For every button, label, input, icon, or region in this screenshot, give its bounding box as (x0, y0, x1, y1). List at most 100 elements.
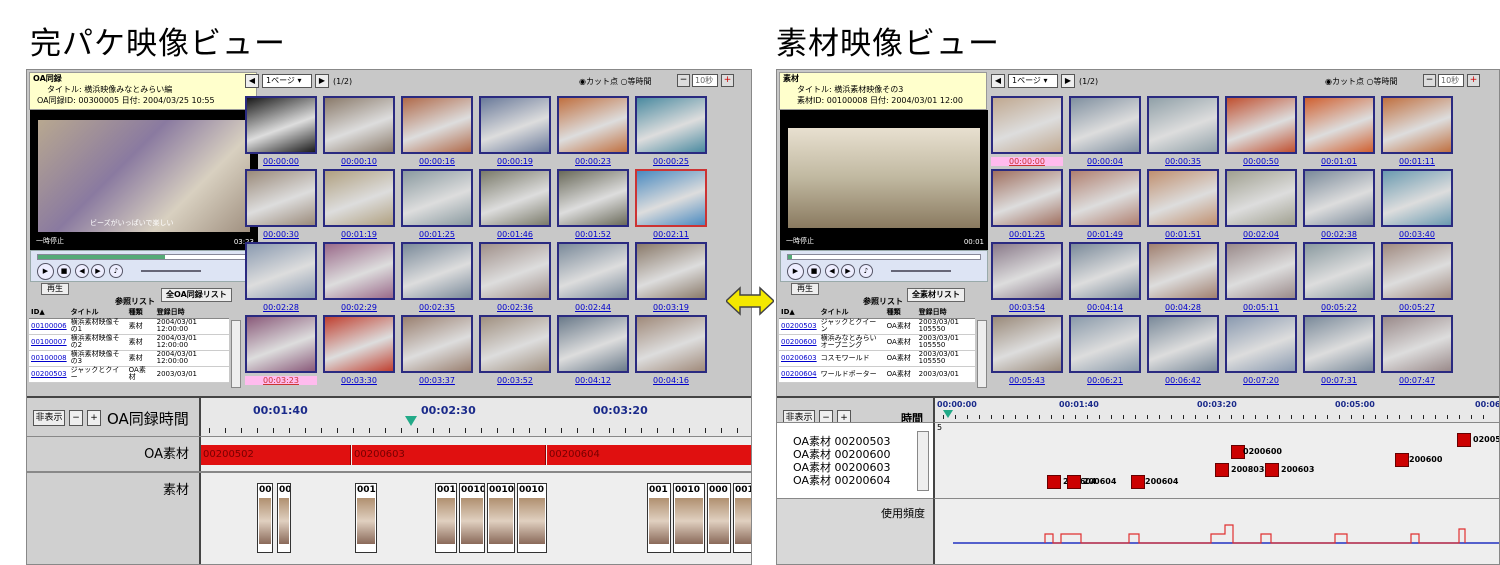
thumbnail-timecode[interactable]: 00:03:54 (991, 303, 1063, 312)
thumbnail-timecode[interactable]: 00:03:52 (479, 376, 551, 385)
thumbnail[interactable] (1381, 96, 1453, 154)
right-page-select[interactable]: 1ページ ▾ (1008, 74, 1058, 88)
col-date[interactable]: 登録日時 (154, 306, 229, 319)
table-row[interactable]: 00200603 コスモワールド OA素材 2003/03/01 105550 (779, 350, 975, 367)
thumbnail-timecode[interactable]: 00:07:47 (1381, 376, 1453, 385)
thumbnail[interactable] (401, 96, 473, 154)
col-kind[interactable]: 種類 (884, 306, 917, 319)
thumbnail-timecode[interactable]: 00:04:12 (557, 376, 629, 385)
left-prev-page-icon[interactable]: ◀ (245, 74, 259, 88)
right-oa-scrollbar[interactable] (917, 431, 929, 491)
col-date[interactable]: 登録日時 (916, 306, 975, 319)
thumbnail[interactable] (635, 315, 707, 373)
right-play-button[interactable]: 再生 (791, 283, 819, 295)
thumbnail[interactable] (635, 242, 707, 300)
oa-segment[interactable]: 00200604 (547, 445, 751, 465)
thumbnail-timecode[interactable]: 00:01:25 (401, 230, 473, 239)
thumbnail[interactable] (991, 242, 1063, 300)
thumbnail[interactable] (1381, 169, 1453, 227)
right-seek-bar[interactable] (787, 254, 981, 260)
thumbnail[interactable] (635, 169, 707, 227)
thumbnail[interactable] (991, 169, 1063, 227)
thumbnail[interactable] (991, 96, 1063, 154)
thumbnail[interactable] (1147, 96, 1219, 154)
thumbnail-timecode[interactable]: 00:00:50 (1225, 157, 1297, 166)
material-strip[interactable]: 000 (707, 483, 731, 553)
right-volume-slider[interactable] (891, 270, 951, 272)
thumbnail-timecode[interactable]: 00:05:43 (991, 376, 1063, 385)
thumbnail-timecode[interactable]: 00:03:37 (401, 376, 473, 385)
oa-item[interactable]: OA素材 00200600 (793, 448, 890, 461)
thumbnail[interactable] (323, 169, 395, 227)
right-playhead-icon[interactable] (943, 410, 953, 418)
left-page-select[interactable]: 1ページ ▾ (262, 74, 312, 88)
thumbnail[interactable] (401, 315, 473, 373)
thumbnail[interactable] (323, 315, 395, 373)
left-next-page-icon[interactable]: ▶ (315, 74, 329, 88)
thumbnail[interactable] (1381, 242, 1453, 300)
thumbnail-timecode[interactable]: 00:06:21 (1069, 376, 1141, 385)
thumbnail-timecode[interactable]: 00:05:22 (1303, 303, 1375, 312)
usage-marker[interactable] (1047, 475, 1061, 489)
left-volume-slider[interactable] (141, 270, 201, 272)
thumbnail[interactable] (401, 242, 473, 300)
left-play-icon[interactable]: ▶ (37, 263, 54, 280)
thumbnail[interactable] (1303, 96, 1375, 154)
material-strip[interactable]: 0010 (517, 483, 547, 553)
thumbnail[interactable] (1225, 96, 1297, 154)
thumbnail-timecode[interactable]: 00:05:11 (1225, 303, 1297, 312)
table-row[interactable]: 00100007 横浜素材映像そ の2 素材 2004/03/01 12:00:00 (29, 334, 229, 351)
col-title[interactable]: タイトル (68, 306, 127, 319)
table-row[interactable]: 00200503 ジャックとクイー ン OA素材 2003/03/01 105550 (779, 318, 975, 335)
thumbnail-timecode[interactable]: 00:01:01 (1303, 157, 1375, 166)
right-prev-page-icon[interactable]: ◀ (991, 74, 1005, 88)
row-id[interactable]: 00100006 (29, 318, 69, 335)
row-id[interactable]: 00100008 (29, 350, 69, 367)
usage-marker[interactable] (1131, 475, 1145, 489)
row-id[interactable]: 00200503 (29, 366, 69, 383)
thumbnail-timecode[interactable]: 00:01:51 (1147, 230, 1219, 239)
oa-item[interactable]: OA素材 00200603 (793, 461, 890, 474)
left-play-button[interactable]: 再生 (41, 283, 69, 295)
col-id[interactable]: ID▲ (779, 306, 819, 319)
right-interval-minus-button[interactable]: − (1423, 74, 1436, 87)
thumbnail[interactable] (401, 169, 473, 227)
left-interval-minus-button[interactable]: − (677, 74, 690, 87)
thumbnail-timecode[interactable]: 00:03:23 (245, 376, 317, 385)
right-stop-icon[interactable]: ■ (807, 264, 821, 278)
thumbnail-timecode[interactable]: 00:03:40 (1381, 230, 1453, 239)
row-id[interactable]: 00200503 (779, 318, 819, 335)
thumbnail[interactable] (557, 96, 629, 154)
thumbnail-timecode[interactable]: 00:02:38 (1303, 230, 1375, 239)
left-interval-plus-button[interactable]: + (721, 74, 734, 87)
right-volume-icon[interactable]: ♪ (859, 264, 873, 278)
right-radio-equal[interactable]: ○等時間 (1367, 77, 1398, 86)
thumbnail-timecode[interactable]: 00:06:42 (1147, 376, 1219, 385)
right-next-page-icon[interactable]: ▶ (1061, 74, 1075, 88)
thumbnail-timecode[interactable]: 00:03:30 (323, 376, 395, 385)
thumbnail[interactable] (1069, 315, 1141, 373)
thumbnail-timecode[interactable]: 00:01:46 (479, 230, 551, 239)
table-row[interactable]: 00200503 ジャックとクイー OA素材 2003/03/01 (29, 366, 229, 383)
material-strip[interactable]: 001 (647, 483, 671, 553)
right-interval-field[interactable]: 10秒 (1438, 74, 1464, 87)
material-strip[interactable]: 0010 (673, 483, 705, 553)
right-all-list-button[interactable]: 全素材リスト (907, 288, 965, 302)
right-table-scrollbar[interactable] (977, 320, 987, 388)
left-video-player[interactable]: ビーズがいっぱいで楽しい 一時停止 03:23 (30, 110, 258, 250)
material-strip[interactable]: 001 (355, 483, 377, 553)
left-rewind-icon[interactable]: ◀ (75, 264, 89, 278)
thumbnail-timecode[interactable]: 00:00:35 (1147, 157, 1219, 166)
col-id[interactable]: ID▲ (29, 306, 69, 319)
thumbnail[interactable] (1225, 315, 1297, 373)
thumbnail[interactable] (557, 169, 629, 227)
thumbnail[interactable] (1147, 169, 1219, 227)
left-zoom-in-icon[interactable]: + (87, 410, 101, 426)
thumbnail[interactable] (1225, 242, 1297, 300)
usage-marker[interactable] (1457, 433, 1471, 447)
thumbnail-timecode[interactable]: 00:02:35 (401, 303, 473, 312)
thumbnail-timecode[interactable]: 00:01:19 (323, 230, 395, 239)
usage-marker[interactable] (1265, 463, 1279, 477)
thumbnail-timecode[interactable]: 00:07:20 (1225, 376, 1297, 385)
thumbnail-timecode[interactable]: 00:01:25 (991, 230, 1063, 239)
